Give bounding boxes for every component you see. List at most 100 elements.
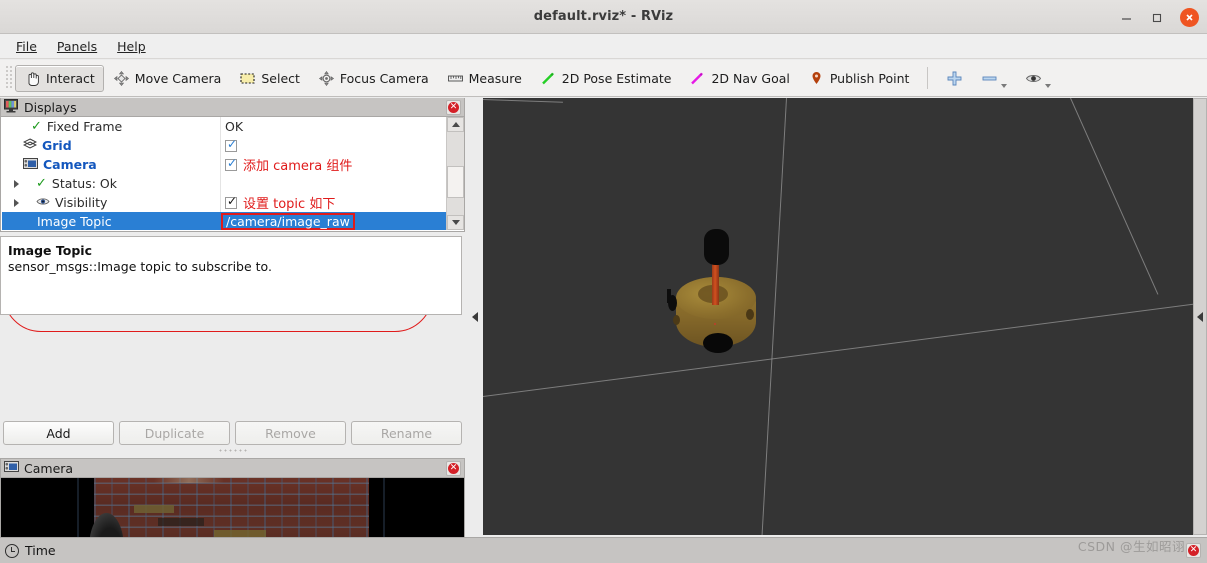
- robot-nub-left: [673, 315, 680, 325]
- camera-icon: [23, 157, 38, 173]
- tool-move-camera[interactable]: Move Camera: [104, 65, 231, 92]
- tree-row-visibility[interactable]: Visibility 设置 topic 如下: [2, 193, 447, 212]
- expand-twisty-icon[interactable]: [14, 180, 19, 188]
- tree-row-camera[interactable]: Camera 添加 camera 组件: [2, 155, 447, 174]
- toolbar-separator: [927, 67, 928, 89]
- chevron-down-icon[interactable]: [1001, 84, 1007, 88]
- tool-select-label: Select: [261, 71, 300, 86]
- menu-bar: File Panels Help: [0, 34, 1207, 59]
- tool-focus-camera[interactable]: Focus Camera: [309, 65, 438, 92]
- tree-row-grid[interactable]: Grid: [2, 136, 447, 155]
- tool-move-camera-label: Move Camera: [135, 71, 222, 86]
- left-dock: Displays ✕ ✓ Fixed Frame OK: [0, 98, 465, 535]
- displays-tree-scrollbar[interactable]: [446, 117, 463, 230]
- close-button[interactable]: [1180, 8, 1199, 27]
- menu-panels-label: Panels: [57, 39, 97, 54]
- maximize-button[interactable]: [1149, 9, 1166, 26]
- tree-row-visibility-label: Visibility: [55, 195, 107, 210]
- tool-2d-pose-estimate[interactable]: 2D Pose Estimate: [531, 65, 681, 92]
- tree-row-camera-checkbox[interactable]: [225, 159, 237, 171]
- tool-interact[interactable]: Interact: [15, 65, 104, 92]
- close-icon: ✕: [448, 102, 459, 113]
- plus-icon: [946, 70, 963, 87]
- duplicate-button[interactable]: Duplicate: [119, 421, 230, 445]
- tree-row-status[interactable]: ✓ Status: Ok: [2, 174, 447, 193]
- tree-row-fixed-frame-value: OK: [225, 119, 243, 134]
- robot-origin-marker: [714, 323, 716, 325]
- tool-publish-point[interactable]: Publish Point: [799, 65, 919, 92]
- tree-row-fixed-frame-label: Fixed Frame: [47, 119, 122, 134]
- triangle-left-icon-2: [1197, 312, 1203, 322]
- robot-sensor-head: [704, 229, 729, 265]
- scrollbar-thumb[interactable]: [447, 166, 464, 198]
- tool-select[interactable]: Select: [230, 65, 309, 92]
- main-toolbar: Interact Move Camera Select: [0, 60, 1207, 97]
- displays-button-row: Add Duplicate Remove Rename: [3, 421, 462, 445]
- clock-icon: [5, 544, 19, 558]
- chevron-down-icon-2[interactable]: [1045, 84, 1051, 88]
- tree-row-status-label: Status: Ok: [52, 176, 117, 191]
- camera-panel-title: Camera: [24, 461, 73, 476]
- description-text: sensor_msgs::Image topic to subscribe to…: [8, 259, 454, 274]
- displays-tree[interactable]: ✓ Fixed Frame OK: [2, 117, 447, 230]
- triangle-down-icon: [452, 220, 460, 225]
- rviz-window: default.rviz* - RViz File Panels Help: [0, 0, 1207, 563]
- tool-publish-point-label: Publish Point: [830, 71, 910, 86]
- tool-measure-label: Measure: [469, 71, 522, 86]
- tool-visibility[interactable]: [1016, 65, 1060, 92]
- panel-resize-handle[interactable]: [218, 448, 248, 453]
- tree-row-grid-label: Grid: [42, 138, 72, 153]
- remove-button[interactable]: Remove: [235, 421, 346, 445]
- tree-row-grid-checkbox[interactable]: [225, 140, 237, 152]
- minimize-button[interactable]: [1118, 9, 1135, 26]
- right-splitter-handle[interactable]: [1193, 307, 1206, 327]
- rename-button[interactable]: Rename: [351, 421, 462, 445]
- menu-panels[interactable]: Panels: [49, 37, 105, 56]
- grid-icon: [23, 138, 37, 153]
- menu-file-label: File: [16, 39, 37, 54]
- menu-help-label: Help: [117, 39, 146, 54]
- left-splitter-handle[interactable]: [470, 307, 480, 327]
- window-title: default.rviz* - RViz: [534, 9, 673, 24]
- time-panel-label: Time: [25, 543, 56, 558]
- scroll-down-button[interactable]: [447, 215, 464, 230]
- focus-camera-icon: [318, 70, 335, 87]
- menu-file[interactable]: File: [8, 37, 45, 56]
- displays-panel-close-button[interactable]: ✕: [446, 100, 461, 115]
- camera-panel-close-button[interactable]: ✕: [446, 461, 461, 476]
- camera-panel-header: Camera ✕: [1, 459, 464, 478]
- toolbar-grip[interactable]: [4, 66, 13, 90]
- tree-row-image-topic[interactable]: Image Topic /camera/image_raw: [2, 212, 447, 230]
- brick-top-light: [154, 478, 224, 483]
- tool-add-panel[interactable]: [937, 65, 972, 92]
- magenta-arrow-icon: [689, 70, 706, 87]
- 3d-render-view[interactable]: [483, 98, 1193, 535]
- human-figure-marker: [667, 289, 671, 303]
- scroll-up-button[interactable]: [447, 117, 464, 132]
- brick-highlight-1: [134, 505, 174, 513]
- grid-line-edge-top: [483, 99, 563, 103]
- tool-remove-panel[interactable]: [972, 65, 1016, 92]
- expand-twisty-icon-2[interactable]: [14, 199, 19, 207]
- grid-line-horizontal-1: [483, 292, 1193, 397]
- property-description-box: Image Topic sensor_msgs::Image topic to …: [0, 236, 462, 315]
- tool-2d-nav-goal[interactable]: 2D Nav Goal: [680, 65, 798, 92]
- tool-measure[interactable]: Measure: [438, 65, 531, 92]
- move-camera-icon: [113, 70, 130, 87]
- tool-interact-label: Interact: [46, 71, 95, 86]
- ruler-icon: [447, 70, 464, 87]
- brick-dark-1: [158, 518, 204, 526]
- time-panel-close-button[interactable]: ✕: [1186, 543, 1201, 558]
- triangle-up-icon: [452, 122, 460, 127]
- menu-help[interactable]: Help: [109, 37, 154, 56]
- time-panel: Time ✕: [0, 537, 1207, 563]
- add-button[interactable]: Add: [3, 421, 114, 445]
- tool-2d-nav-goal-label: 2D Nav Goal: [711, 71, 789, 86]
- tool-focus-camera-label: Focus Camera: [340, 71, 429, 86]
- green-check-icon: ✓: [31, 119, 42, 134]
- annotation-add-camera: 添加 camera 组件: [243, 155, 352, 174]
- image-topic-value-field[interactable]: /camera/image_raw: [221, 213, 355, 230]
- displays-monitor-icon: [4, 99, 19, 116]
- tree-row-fixed-frame[interactable]: ✓ Fixed Frame OK: [2, 117, 447, 136]
- tree-row-visibility-checkbox[interactable]: [225, 197, 237, 209]
